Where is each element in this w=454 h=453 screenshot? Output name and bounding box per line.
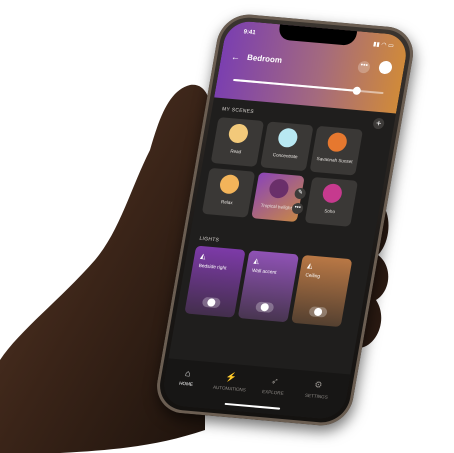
rocket-icon: ➶ — [270, 375, 280, 387]
brightness-thumb[interactable] — [351, 86, 362, 96]
tab-settings[interactable]: ⚙ SETTINGS — [296, 378, 339, 400]
tab-label: EXPLORE — [261, 388, 285, 396]
scene-more-button[interactable]: ••• — [291, 202, 304, 215]
scene-tile[interactable]: Soho — [304, 176, 359, 227]
light-card[interactable]: ◭ Bedside right — [184, 245, 246, 318]
tab-bar: ⌂ HOME ⚡ AUTOMATIONS ➶ EXPLORE ⚙ SETTINGS — [160, 358, 351, 421]
edit-scene-button[interactable]: ✎ — [293, 187, 307, 200]
tab-label: HOME — [178, 380, 194, 387]
tab-automations[interactable]: ⚡ AUTOMATIONS — [209, 370, 252, 393]
room-title: Bedroom — [246, 52, 283, 65]
more-options-button[interactable]: ••• — [356, 60, 371, 74]
scene-tile[interactable]: Concentrate — [260, 121, 314, 172]
scene-color-icon — [267, 178, 290, 199]
scene-tile[interactable]: Read — [210, 117, 265, 167]
scenes-section-label: MY SCENES — [221, 106, 255, 116]
light-name: Ceiling — [304, 273, 321, 280]
home-icon: ⌂ — [184, 368, 192, 379]
tab-explore[interactable]: ➶ EXPLORE — [253, 374, 296, 396]
scene-color-icon — [321, 183, 344, 204]
light-card[interactable]: ◭ Wall accent — [237, 250, 300, 323]
brightness-slider[interactable] — [233, 78, 384, 96]
light-toggle[interactable] — [201, 296, 222, 309]
scene-label: Savannah Sunset — [316, 156, 353, 165]
scene-tile[interactable]: Savannah Sunset — [309, 125, 364, 176]
scene-label: Concentrate — [272, 152, 299, 160]
home-indicator — [224, 402, 281, 410]
light-toggle[interactable] — [254, 301, 275, 313]
light-name: Wall accent — [251, 268, 277, 276]
add-scene-button[interactable]: + — [372, 117, 386, 130]
scene-color-icon — [276, 127, 299, 149]
light-name: Bedside right — [198, 264, 227, 272]
lights-section-label: LIGHTS — [198, 235, 220, 244]
scene-tile[interactable]: Relax — [201, 167, 256, 218]
scene-color-icon — [326, 131, 349, 153]
gear-icon: ⚙ — [313, 379, 324, 391]
scene-label: Soho — [323, 208, 336, 215]
tab-label: SETTINGS — [304, 392, 329, 400]
light-card[interactable]: ◭ Ceiling — [291, 254, 353, 328]
status-icons: ▮▮ ◠ ▭ — [372, 41, 395, 50]
tab-home[interactable]: ⌂ HOME — [166, 367, 209, 388]
brightness-fill — [233, 78, 357, 92]
status-time: 9:41 — [243, 29, 256, 37]
lamp-icon: ◭ — [253, 257, 260, 266]
scene-label: Read — [229, 148, 242, 155]
scene-label: Relax — [220, 199, 234, 206]
lamp-icon: ◭ — [199, 253, 207, 261]
arrow-left-icon[interactable]: ← — [230, 51, 241, 62]
room-power-toggle[interactable] — [377, 60, 394, 75]
light-toggle[interactable] — [308, 306, 328, 318]
lamp-icon: ◭ — [306, 262, 314, 270]
scene-color-icon — [227, 123, 250, 144]
tab-label: AUTOMATIONS — [212, 384, 247, 393]
scene-color-icon — [218, 173, 241, 195]
lightning-icon: ⚡ — [224, 371, 238, 383]
